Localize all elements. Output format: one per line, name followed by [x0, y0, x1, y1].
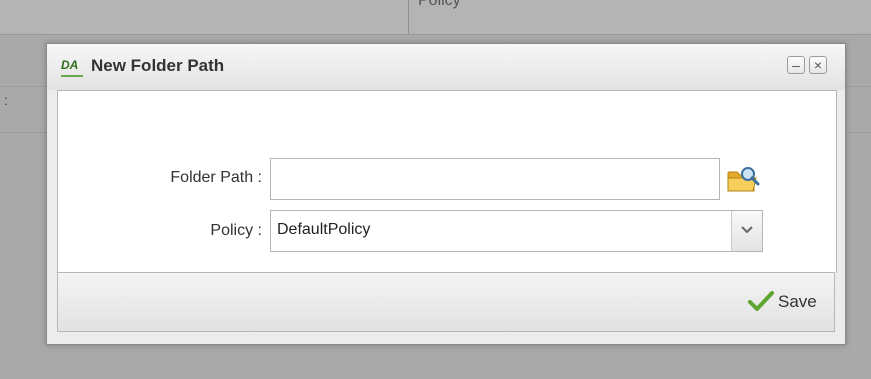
policy-selected-value: DefaultPolicy — [277, 221, 371, 238]
folder-path-input[interactable] — [270, 158, 720, 200]
app-logo-icon: DA — [61, 57, 83, 77]
new-folder-path-dialog: DA New Folder Path – × Folder Path : Pol… — [46, 43, 846, 345]
dialog-titlebar[interactable]: DA New Folder Path – × — [47, 44, 845, 90]
background-column-header: Policy — [418, 0, 461, 9]
minimize-button[interactable]: – — [787, 56, 805, 74]
folder-browse-icon — [727, 167, 760, 192]
save-button[interactable]: Save — [748, 288, 830, 316]
dialog-title: New Folder Path — [91, 56, 225, 75]
policy-dropdown-toggle[interactable] — [731, 211, 762, 251]
minimize-icon: – — [792, 57, 800, 73]
policy-label: Policy : — [210, 222, 262, 239]
folder-path-label: Folder Path : — [170, 169, 262, 186]
background-column-separator — [408, 0, 409, 34]
folder-browse-button[interactable] — [726, 165, 760, 195]
background-text-fragment: : — [4, 92, 8, 108]
close-button[interactable]: × — [809, 56, 827, 74]
dialog-footer: Save — [57, 272, 835, 332]
chevron-down-icon — [741, 226, 753, 234]
save-button-label: Save — [778, 292, 817, 311]
policy-select[interactable]: DefaultPolicy — [270, 210, 763, 252]
dialog-body: Folder Path : Policy : DefaultPolicy — [57, 90, 837, 273]
close-icon: × — [813, 57, 823, 73]
checkmark-icon — [748, 291, 774, 311]
